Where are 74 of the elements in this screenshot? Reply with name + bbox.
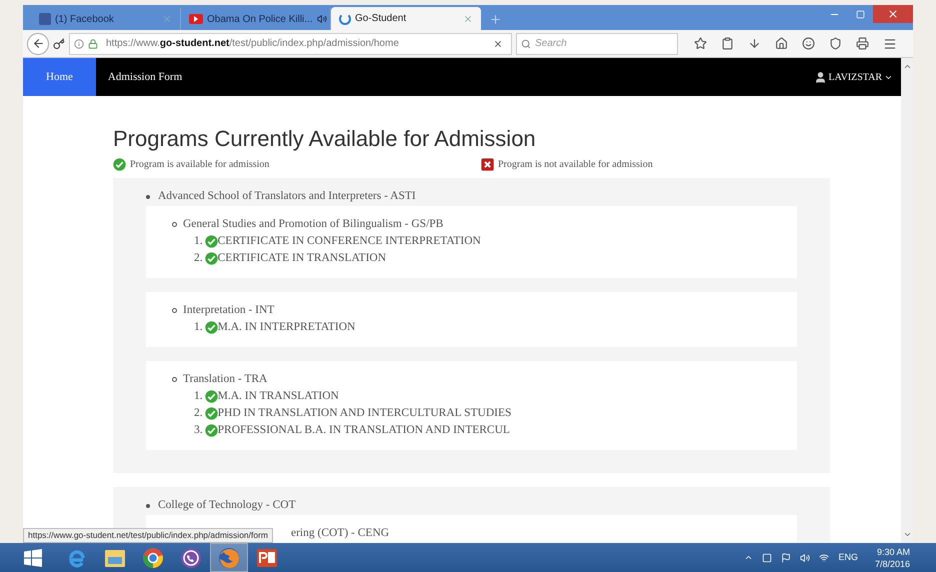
department-name: Interpretation - INT (183, 303, 274, 318)
list-number: 1. (194, 234, 203, 249)
program-name: M.A. IN TRANSLATION (218, 389, 339, 404)
back-button[interactable] (27, 32, 49, 54)
list-number: 1. (194, 320, 203, 335)
tab-favicon-icon (189, 14, 203, 24)
nav-link[interactable]: Admission Form (96, 58, 194, 96)
bullet-icon (146, 504, 150, 508)
loading-spinner-icon (339, 12, 351, 24)
department-name: Translation - TRA (183, 372, 268, 387)
scroll-up-icon[interactable] (902, 62, 912, 71)
page-title: Programs Currently Available for Admission (113, 126, 537, 152)
close-icon (887, 8, 899, 20)
close-window-button[interactable] (873, 5, 913, 23)
search-icon (521, 38, 531, 48)
info-icon (74, 38, 84, 48)
restore-icon (856, 10, 864, 18)
clock[interactable]: 9:30 AM 7/8/2016 (874, 546, 910, 570)
folder-icon (104, 548, 126, 568)
program-name: PROFESSIONAL B.A. IN TRANSLATION AND INTERCUL (218, 423, 510, 438)
back-arrow-icon (32, 37, 44, 50)
nav-link[interactable]: Home (23, 58, 96, 96)
user-icon (814, 70, 827, 84)
legend-text: Program is not available for admission (498, 158, 653, 172)
slides-icon (256, 548, 278, 568)
start-button[interactable] (24, 548, 42, 566)
school-name: Advanced School of Translators and Interpreters - ASTI (158, 189, 416, 204)
speaker-icon[interactable] (316, 14, 327, 24)
shield-icon[interactable] (829, 37, 842, 50)
bookmark-star-icon[interactable] (694, 37, 707, 50)
list-number: 3. (194, 423, 203, 438)
volume-icon[interactable] (800, 552, 810, 562)
clear-icon[interactable] (493, 38, 503, 48)
tab-title: (1) Facebook (55, 12, 115, 26)
smiley-icon[interactable] (802, 37, 815, 50)
program-name: PHD IN TRANSLATION AND INTERCULTURAL STUDIES (218, 406, 512, 421)
department-name: General Studies and Promotion of Bilingualism - GS/PB (183, 217, 444, 232)
signal-icon[interactable] (819, 552, 830, 562)
bullet-icon (146, 194, 150, 198)
status-tooltip: https://www.go-student.net/test/public/index.php/admission/form (23, 528, 274, 543)
language-indicator[interactable]: ENG (838, 550, 858, 564)
school-name: College of Technology - COT (158, 498, 296, 513)
program-name: M.A. IN INTERPRETATION (218, 320, 356, 335)
department-name: ering (COT) - CENG (291, 526, 390, 541)
list-number: 2. (194, 406, 203, 421)
list-number: 1. (194, 389, 203, 404)
download-icon[interactable] (748, 37, 761, 50)
tab-title: Obama On Police Killi... (207, 12, 313, 26)
circle-bullet-icon (172, 222, 177, 227)
clipboard-icon[interactable] (721, 37, 734, 50)
tray-device-icon[interactable] (762, 552, 772, 562)
circle-bullet-icon (172, 308, 177, 313)
scroll-down-icon[interactable] (902, 530, 912, 539)
home-icon[interactable] (775, 37, 788, 50)
tab-title: Go-Student (355, 12, 408, 26)
legend-text: Program is available for admission (130, 158, 270, 172)
program-name: CERTIFICATE IN TRANSLATION (218, 251, 386, 266)
fox-globe-icon (218, 546, 240, 568)
lock-icon (88, 38, 98, 48)
user-menu[interactable]: LAVIZSTAR (814, 58, 901, 96)
check-icon (113, 158, 126, 170)
circle-bullet-icon (172, 377, 177, 382)
address-bar[interactable]: https://www.go-student.net/test/public/index.php/admission/home (69, 32, 512, 54)
url-text: https://www.go-student.net/test/public/index.php/admission/home (106, 37, 399, 51)
cross-icon (481, 158, 494, 170)
browser-tab[interactable]: Go-Student (331, 7, 481, 30)
flag-icon[interactable] (781, 552, 792, 562)
program-name: CERTIFICATE IN CONFERENCE INTERPRETATION (218, 234, 481, 249)
menu-icon[interactable] (883, 36, 897, 50)
tab-favicon-icon (39, 13, 51, 25)
key-icon[interactable] (53, 38, 65, 50)
round-logo-icon (142, 546, 164, 568)
phone-bubble-icon (180, 546, 202, 568)
list-number: 2. (194, 251, 203, 266)
